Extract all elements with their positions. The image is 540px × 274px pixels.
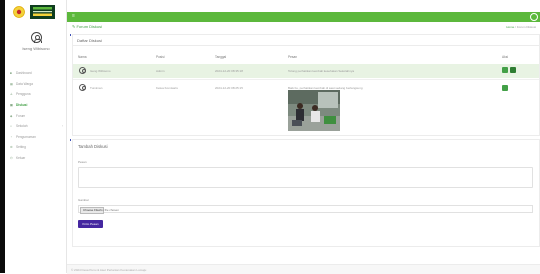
card-header: Daftar Diskusi xyxy=(73,35,539,46)
row-nama: Iseng Wibisono xyxy=(90,69,111,73)
sidebar-item-forum[interactable]: ◆ Forum xyxy=(10,110,66,121)
form-accent xyxy=(70,139,71,141)
user-name: Iseng Wibisono xyxy=(22,46,50,51)
breadcrumb-current: Forum Diskusi xyxy=(516,25,536,29)
footer-text: © 2024 Desa Penu & Aset Pertanian Kecama… xyxy=(71,267,147,272)
users-icon: ▦ xyxy=(10,81,14,86)
row-nama: Tumiman xyxy=(90,86,103,90)
column-header-posisi: Posisi xyxy=(156,55,165,59)
app-logo xyxy=(12,5,55,19)
forum-icon: ◆ xyxy=(10,113,13,118)
row-pesan: Tolong perhatikan kembali kesehatan Seko… xyxy=(288,69,355,73)
page-title: ✎ Forum Diskusi xyxy=(72,24,103,29)
column-header-aksi: Aksi xyxy=(502,55,509,59)
school-icon: ⌂ xyxy=(10,124,12,129)
sidebar-item-keluar[interactable]: ⏻ Keluar xyxy=(10,153,66,164)
file-status: No file chosen xyxy=(100,207,120,212)
user-avatar[interactable] xyxy=(31,32,42,43)
avatar xyxy=(79,67,86,74)
row-tanggal: 2024-12-20 08:35:18 xyxy=(215,69,243,73)
bell-icon: ◔ xyxy=(10,134,12,139)
row-tanggal: 2024-12-20 08:25:15 xyxy=(215,86,243,90)
sidebar-item-label: Data Warga xyxy=(16,81,33,86)
sidebar: Iseng Wibisono ■ Dashboard ▦ Data Warga … xyxy=(5,0,67,273)
column-header-pesan: Pesan xyxy=(288,55,298,59)
sidebar-nav: ■ Dashboard ▦ Data Warga ♙ Pengguna ▣ Di… xyxy=(10,68,66,163)
column-header-tanggal: Tanggal xyxy=(215,55,227,59)
sidebar-item-pengguna[interactable]: ♙ Pengguna xyxy=(10,89,66,100)
page-header: ✎ Forum Diskusi Home / Forum Diskusi xyxy=(72,24,538,31)
row-divider xyxy=(73,79,539,80)
sidebar-item-setting[interactable]: ⚙ Setting xyxy=(10,142,66,153)
photo-file-input[interactable]: Choose Files No file chosen xyxy=(78,205,533,214)
row-posisi: Ketua Komisaris xyxy=(156,86,178,90)
sidebar-item-sekolah[interactable]: ⌂ Sekolah › xyxy=(10,121,66,132)
dashboard-icon: ■ xyxy=(10,71,12,76)
sidebar-item-label: Forum xyxy=(16,113,26,118)
photo-image xyxy=(288,90,340,131)
sidebar-item-label: Keluar xyxy=(16,156,26,161)
sidebar-item-label: Pengumuman xyxy=(16,134,36,139)
edit-button[interactable] xyxy=(502,85,508,91)
sidebar-item-label: Pengguna xyxy=(16,92,31,97)
send-message-button[interactable]: Kirim Pesan xyxy=(78,220,103,228)
sidebar-item-dashboard[interactable]: ■ Dashboard xyxy=(10,68,66,79)
form-title: Tambah Diskusi xyxy=(78,144,108,149)
add-discussion-card xyxy=(72,139,540,247)
breadcrumb: Home / Forum Diskusi xyxy=(506,25,536,29)
message-label: Pesan xyxy=(78,160,87,164)
card-title: Daftar Diskusi xyxy=(77,38,102,43)
card-accent xyxy=(70,34,71,36)
photo-label: Gambar xyxy=(78,198,89,202)
sidebar-item-label: Sekolah xyxy=(16,124,28,129)
sidebar-item-pengumuman[interactable]: ◔ Pengumuman xyxy=(10,132,66,143)
column-header-nama: Nama xyxy=(78,55,87,59)
message-photo[interactable] xyxy=(288,90,340,131)
user-icon: ♙ xyxy=(10,92,13,97)
profile-avatar[interactable] xyxy=(530,13,538,21)
top-bar: ≡ xyxy=(67,12,540,22)
breadcrumb-home[interactable]: Home xyxy=(506,25,514,29)
chevron-right-icon: › xyxy=(61,124,63,129)
avatar xyxy=(79,84,86,91)
delete-button[interactable] xyxy=(510,67,516,73)
logout-icon: ⏻ xyxy=(10,156,13,161)
gear-icon: ⚙ xyxy=(10,145,13,150)
sidebar-item-data-warga[interactable]: ▦ Data Warga xyxy=(10,79,66,90)
sidebar-item-label: Setting xyxy=(16,145,26,150)
row-posisi: Admin xyxy=(156,69,165,73)
chat-icon: ▣ xyxy=(10,103,14,108)
sidebar-item-label: Diskusi xyxy=(16,103,28,108)
sidebar-item-diskusi[interactable]: ▣ Diskusi xyxy=(10,100,66,111)
sidebar-item-label: Dashboard xyxy=(16,71,32,76)
hamburger-icon[interactable]: ≡ xyxy=(72,14,75,19)
edit-button[interactable] xyxy=(502,67,508,73)
message-textarea[interactable] xyxy=(78,167,533,188)
